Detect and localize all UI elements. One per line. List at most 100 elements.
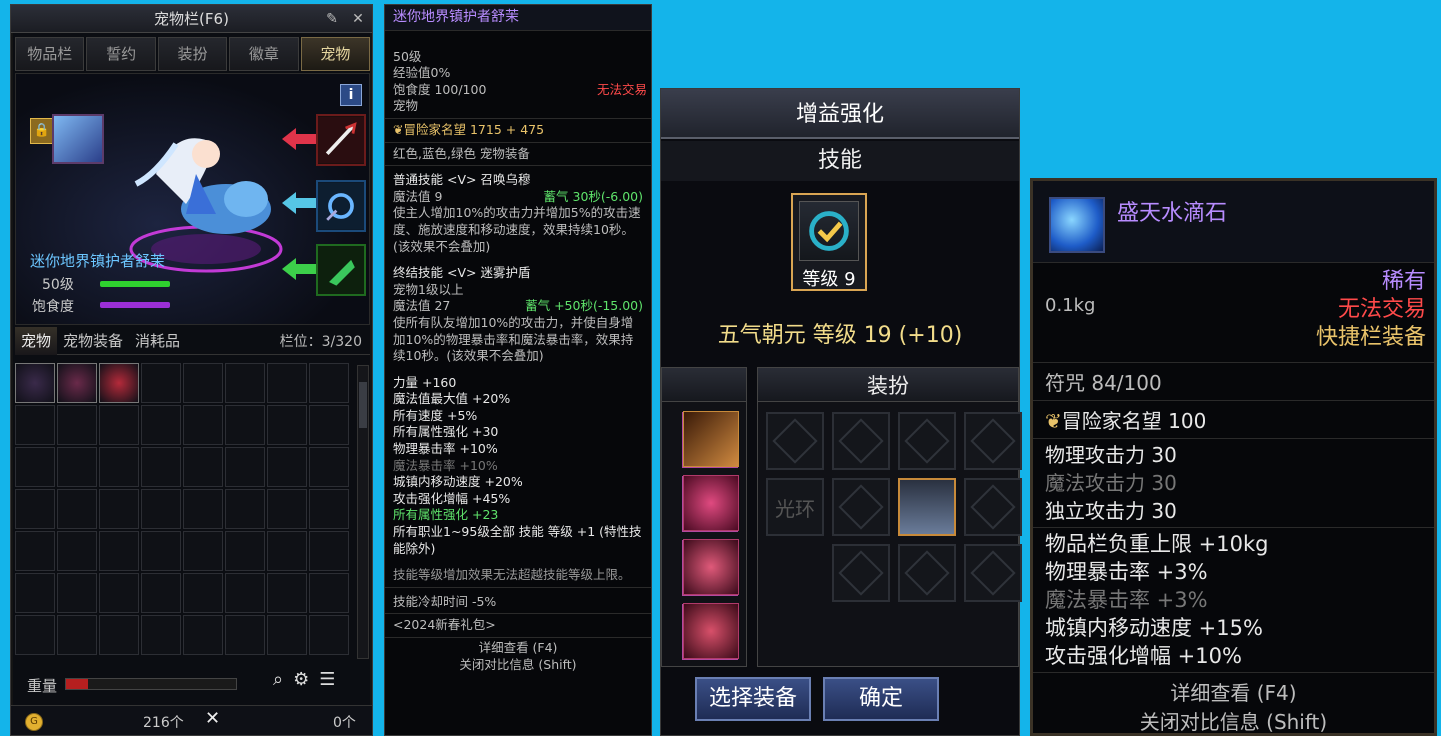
equip-item-slot[interactable] [683, 539, 739, 595]
avatar-slot[interactable] [898, 544, 956, 602]
inventory-slot[interactable] [225, 363, 265, 403]
subtab-pet-equipment[interactable]: 宠物装备 [57, 327, 129, 355]
inventory-slot[interactable] [99, 405, 139, 445]
inventory-slot[interactable] [309, 363, 349, 403]
effect-line: 城镇内移动速度 +15% [1045, 616, 1263, 640]
tab-avatar[interactable]: 装扮 [157, 37, 228, 71]
search-icon[interactable]: ⌕ [273, 669, 283, 690]
inventory-slot[interactable] [183, 573, 223, 613]
info-icon[interactable]: i [340, 84, 362, 106]
buff-title: 增益强化 [661, 89, 1019, 139]
inventory-slot[interactable] [183, 363, 223, 403]
inventory-slot[interactable] [225, 531, 265, 571]
avatar-slot[interactable] [832, 412, 890, 470]
close-icon[interactable]: ✕ [349, 10, 367, 28]
avatar-slot[interactable] [898, 412, 956, 470]
inventory-slot[interactable] [141, 531, 181, 571]
skill-slot[interactable]: 等级 9 [791, 193, 867, 291]
inventory-slot[interactable] [15, 615, 55, 655]
select-equipment-button[interactable]: 选择装备 [695, 677, 811, 721]
inventory-slot[interactable] [141, 489, 181, 529]
inventory-slot[interactable] [15, 405, 55, 445]
inventory-slot[interactable] [99, 489, 139, 529]
inventory-slot[interactable] [267, 363, 307, 403]
inventory-slot[interactable] [183, 447, 223, 487]
inventory-slot[interactable] [99, 531, 139, 571]
list-icon[interactable]: ☰ [319, 669, 335, 690]
cross-icon[interactable]: ✕ [205, 708, 220, 729]
inventory-slot[interactable] [183, 405, 223, 445]
inventory-slot[interactable] [267, 615, 307, 655]
pet-equip-blue-slot[interactable] [316, 180, 366, 232]
tab-emblem[interactable]: 徽章 [229, 37, 299, 71]
inventory-slot[interactable] [309, 489, 349, 529]
pet-equip-red-slot[interactable] [316, 114, 366, 166]
inventory-slot[interactable] [57, 447, 97, 487]
inventory-slot[interactable] [141, 405, 181, 445]
inventory-slot[interactable] [141, 363, 181, 403]
inventory-slot[interactable] [267, 531, 307, 571]
pet-item-slot[interactable] [15, 363, 55, 403]
lock-icon[interactable]: 🔒 [30, 118, 54, 144]
inventory-slot[interactable] [15, 447, 55, 487]
avatar-slot[interactable] [964, 544, 1022, 602]
avatar-slot[interactable] [964, 412, 1022, 470]
avatar-slot[interactable] [964, 478, 1022, 536]
inventory-slot[interactable] [267, 489, 307, 529]
avatar-slot[interactable] [766, 412, 824, 470]
currency-bar: G 216个 ✕ 0个 [11, 705, 372, 735]
inventory-slot[interactable] [309, 573, 349, 613]
inventory-slot[interactable] [267, 405, 307, 445]
gear-icon[interactable]: ⚙ [293, 669, 309, 690]
inventory-slot[interactable] [225, 615, 265, 655]
confirm-button[interactable]: 确定 [823, 677, 939, 721]
inventory-slot[interactable] [57, 615, 97, 655]
pet-item-slot[interactable] [99, 363, 139, 403]
tab-pet[interactable]: 宠物 [300, 37, 371, 71]
inventory-slot[interactable] [267, 573, 307, 613]
inventory-slot[interactable] [57, 531, 97, 571]
inventory-slot[interactable] [57, 573, 97, 613]
inventory-slot[interactable] [57, 489, 97, 529]
pet-item-slot[interactable] [57, 363, 97, 403]
inventory-slot[interactable] [225, 405, 265, 445]
inventory-slot[interactable] [15, 573, 55, 613]
inventory-slot[interactable] [141, 447, 181, 487]
inventory-slot[interactable] [309, 615, 349, 655]
inventory-slot[interactable] [15, 489, 55, 529]
subtab-consumables[interactable]: 消耗品 [129, 327, 186, 355]
inventory-slot[interactable] [225, 447, 265, 487]
subtab-pet[interactable]: 宠物 [15, 326, 58, 355]
inventory-slot[interactable] [99, 615, 139, 655]
pin-icon[interactable]: ✎ [323, 10, 341, 28]
inventory-slot[interactable] [309, 447, 349, 487]
inventory-slot[interactable] [225, 573, 265, 613]
inventory-slot[interactable] [99, 573, 139, 613]
avatar-slot[interactable] [832, 478, 890, 536]
inventory-slot[interactable] [309, 405, 349, 445]
grid-scrollbar[interactable] [357, 365, 369, 659]
equip-item-slot[interactable] [683, 411, 739, 467]
equip-item-slot[interactable] [683, 475, 739, 531]
avatar-slot[interactable] [832, 544, 890, 602]
inventory-slot[interactable] [267, 447, 307, 487]
pet-portrait-icon[interactable] [52, 114, 104, 164]
tab-items[interactable]: 物品栏 [15, 37, 85, 71]
inventory-slot[interactable] [141, 573, 181, 613]
inventory-slot[interactable] [183, 615, 223, 655]
tab-oath[interactable]: 誓约 [86, 37, 156, 71]
inventory-slot[interactable] [99, 447, 139, 487]
fame-icon: ❦ [393, 121, 404, 137]
inventory-slot[interactable] [57, 405, 97, 445]
avatar-item-slot[interactable] [898, 478, 956, 536]
inventory-slot[interactable] [183, 531, 223, 571]
inventory-slot[interactable] [309, 531, 349, 571]
aura-slot[interactable]: 光环 [766, 478, 824, 536]
scroll-thumb[interactable] [359, 382, 367, 428]
equip-item-slot[interactable] [683, 603, 739, 659]
inventory-slot[interactable] [183, 489, 223, 529]
inventory-slot[interactable] [225, 489, 265, 529]
pet-equip-green-slot[interactable] [316, 244, 366, 296]
inventory-slot[interactable] [141, 615, 181, 655]
inventory-slot[interactable] [15, 531, 55, 571]
